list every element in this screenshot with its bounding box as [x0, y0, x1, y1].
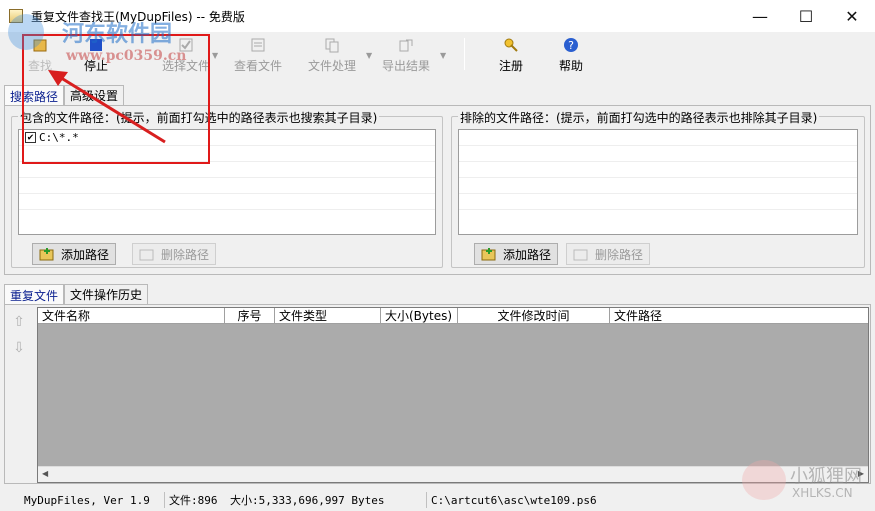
list-item	[459, 130, 857, 146]
exclude-add-path-button[interactable]: 添加路径	[474, 243, 559, 265]
delete-folder-icon	[139, 249, 154, 261]
exclude-delete-path-button[interactable]: 删除路径	[566, 243, 651, 265]
delete-folder-icon	[573, 249, 588, 261]
file-process-button[interactable]: 文件处理	[306, 34, 358, 74]
exclude-paths-group: 排除的文件路径：(提示，前面打勾选中的路径表示也排除其子目录) 添加路径 删除路…	[451, 109, 865, 268]
include-add-path-label: 添加路径	[61, 247, 110, 262]
add-folder-icon	[481, 248, 496, 261]
exclude-paths-list[interactable]	[458, 129, 858, 235]
list-item	[459, 146, 857, 162]
list-item	[459, 194, 857, 210]
list-item	[459, 178, 857, 194]
key-icon	[502, 36, 520, 53]
help-label: 帮助	[558, 59, 583, 73]
export-dropdown-icon[interactable]: ▼	[440, 51, 446, 60]
list-item	[19, 194, 435, 210]
file-process-label: 文件处理	[307, 59, 356, 73]
select-files-dropdown-icon[interactable]: ▼	[212, 51, 218, 60]
include-delete-path-label: 删除路径	[161, 247, 210, 262]
exclude-delete-path-label: 删除路径	[595, 247, 644, 262]
add-folder-icon	[39, 248, 54, 261]
duplicate-files-grid[interactable]: 文件名称 序号 文件类型 大小(Bytes) 文件修改时间 文件路径 ◀ ▶	[37, 307, 869, 483]
export-label: 导出结果	[381, 59, 430, 73]
column-header-file-type[interactable]: 文件类型	[275, 308, 381, 324]
view-files-button[interactable]: 查看文件	[232, 34, 284, 74]
close-button[interactable]: ✕	[829, 0, 875, 32]
watermark-corner-url: XHLKS.CN	[792, 486, 853, 500]
watermark-logo	[8, 14, 44, 50]
toolbar-divider	[464, 38, 465, 70]
help-button[interactable]: ? 帮助	[554, 34, 588, 74]
duplicate-files-panel: ⇧ ⇩ 文件名称 序号 文件类型 大小(Bytes) 文件修改时间 文件路径 ◀…	[4, 304, 871, 484]
column-header-index[interactable]: 序号	[225, 308, 275, 324]
status-bar: MyDupFiles, Ver 1.9 文件:896 大小:5,333,696,…	[0, 489, 875, 511]
grid-header: 文件名称 序号 文件类型 大小(Bytes) 文件修改时间 文件路径	[38, 308, 868, 324]
column-header-modified-time[interactable]: 文件修改时间	[458, 308, 610, 324]
watermark-site-url: www.pc0359.cn	[66, 48, 187, 64]
list-item	[459, 162, 857, 178]
move-up-icon[interactable]: ⇧	[10, 313, 28, 331]
exclude-add-path-label: 添加路径	[503, 247, 552, 262]
export-button[interactable]: 导出结果	[380, 34, 432, 74]
tab-file-history[interactable]: 文件操作历史	[64, 284, 149, 304]
watermark-site-name: 河东软件园	[62, 21, 173, 47]
watermark-corner-name: 小狐狸网	[790, 466, 862, 487]
view-files-label: 查看文件	[233, 59, 282, 73]
file-process-dropdown-icon[interactable]: ▼	[366, 51, 372, 60]
view-file-icon	[249, 36, 267, 53]
export-icon	[397, 36, 415, 53]
status-total-size: 大小:5,333,696,997 Bytes	[230, 494, 385, 507]
include-add-path-button[interactable]: 添加路径	[32, 243, 117, 265]
exclude-paths-legend: 排除的文件路径：(提示，前面打勾选中的路径表示也排除其子目录)	[458, 109, 820, 126]
window-controls: — ☐ ✕	[737, 0, 875, 32]
column-header-size[interactable]: 大小(Bytes)	[381, 308, 458, 324]
list-item	[19, 178, 435, 194]
help-icon: ?	[562, 36, 580, 53]
scroll-left-icon[interactable]: ◀	[42, 469, 48, 478]
watermark-fox-logo	[742, 460, 786, 500]
column-header-file-name[interactable]: 文件名称	[38, 308, 225, 324]
svg-text:?: ?	[568, 39, 574, 52]
list-item	[19, 162, 435, 178]
register-button[interactable]: 注册	[494, 34, 528, 74]
column-header-file-path[interactable]: 文件路径	[610, 308, 868, 324]
status-file-count: 文件:896	[164, 492, 218, 508]
result-tabs: 重复文件 文件操作历史	[4, 284, 149, 305]
status-version: MyDupFiles, Ver 1.9	[24, 493, 150, 507]
register-label: 注册	[498, 59, 523, 73]
tab-duplicate-files[interactable]: 重复文件	[4, 284, 65, 305]
file-copy-icon	[323, 36, 341, 53]
move-down-icon[interactable]: ⇩	[10, 339, 28, 357]
maximize-button[interactable]: ☐	[783, 0, 829, 32]
include-delete-path-button[interactable]: 删除路径	[132, 243, 217, 265]
annotation-arrow	[48, 70, 166, 144]
side-arrows: ⇧ ⇩	[10, 313, 30, 365]
minimize-button[interactable]: —	[737, 0, 783, 32]
